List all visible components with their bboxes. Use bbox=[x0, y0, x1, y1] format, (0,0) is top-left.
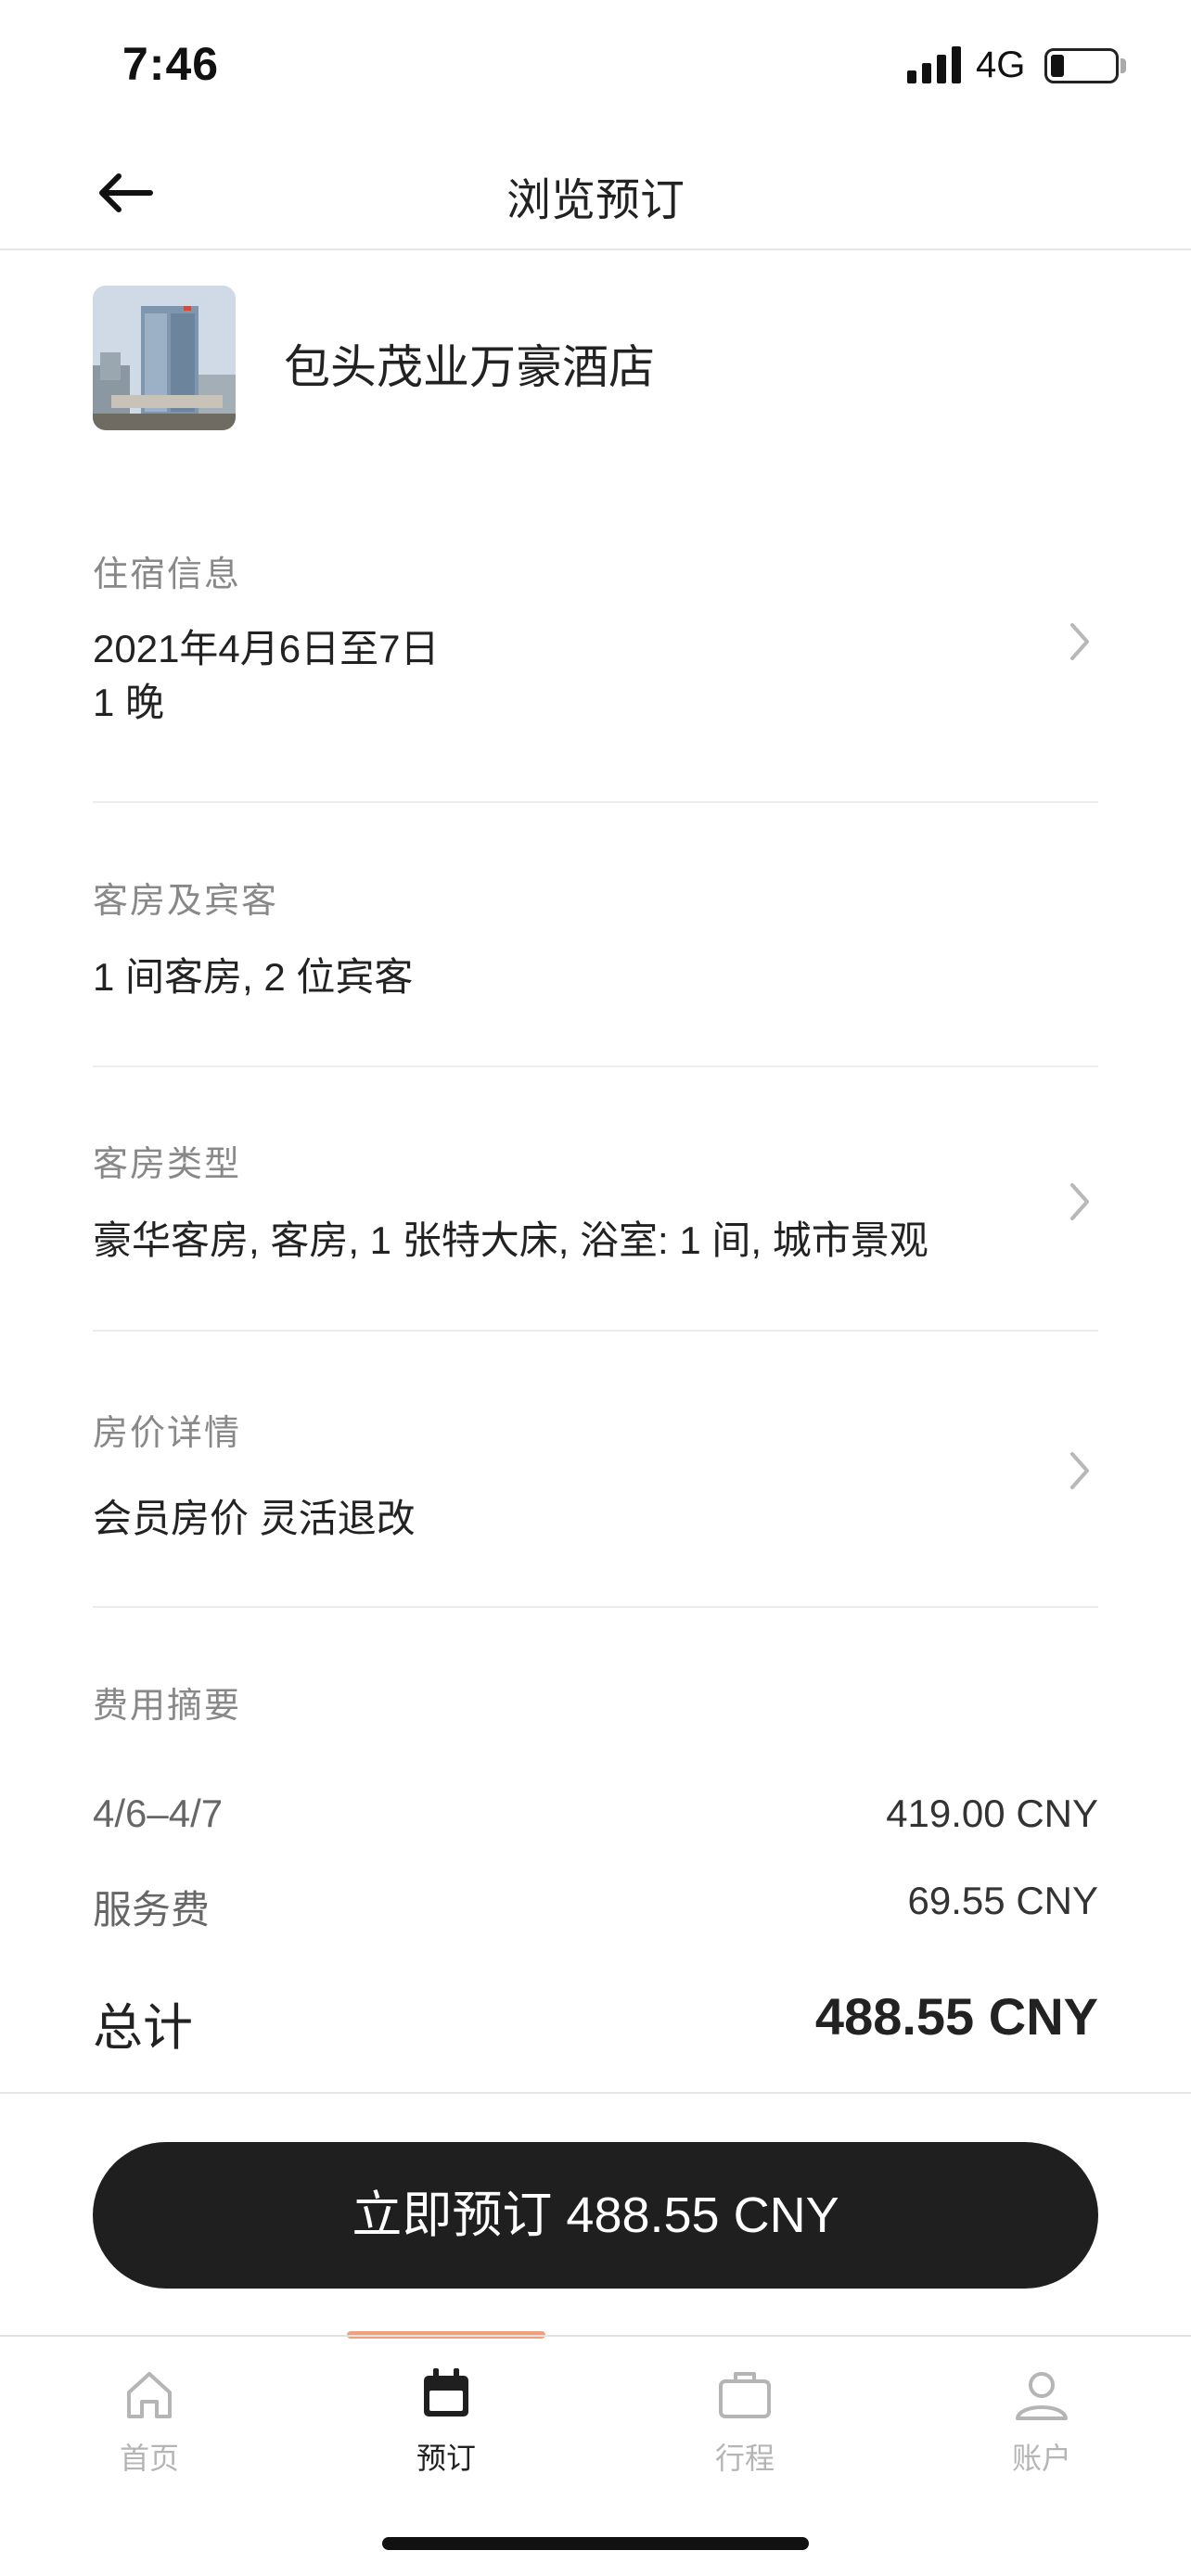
nav-bar: 浏览预订 bbox=[0, 130, 1191, 250]
hotel-image bbox=[93, 286, 236, 430]
divider bbox=[93, 1330, 1098, 1332]
fee-row-label: 4/6–4/7 bbox=[93, 1792, 224, 1835]
chevron-right-icon bbox=[1070, 1183, 1089, 1220]
tab-home-label: 首页 bbox=[119, 2442, 179, 2475]
calendar-icon bbox=[424, 2368, 468, 2417]
tab-account-label: 账户 bbox=[1011, 2442, 1071, 2475]
fee-row-amount: 419.00 CNY bbox=[886, 1792, 1098, 1835]
hotel-name: 包头茂业万豪酒店 bbox=[284, 341, 655, 393]
stay-info-label: 住宿信息 bbox=[93, 555, 242, 594]
room-type-label: 客房类型 bbox=[93, 1145, 242, 1184]
hotel-building-illustration bbox=[93, 286, 236, 430]
signal-icon bbox=[907, 46, 961, 83]
total-amount: 488.55 CNY bbox=[814, 1987, 1098, 2046]
room-type-value: 豪华客房, 客房, 1 张特大床, 浴室: 1 间, 城市景观 bbox=[93, 1218, 928, 1262]
home-indicator bbox=[382, 2537, 809, 2550]
divider bbox=[93, 801, 1098, 803]
stay-nights: 1 晚 bbox=[93, 681, 165, 724]
fee-row-label: 服务费 bbox=[93, 1888, 211, 1932]
hotel-header: 包头茂业万豪酒店 bbox=[93, 286, 1098, 430]
network-type: 4G bbox=[976, 45, 1026, 85]
home-icon bbox=[127, 2372, 172, 2418]
rooms-guests-value: 1 间客房, 2 位宾客 bbox=[93, 955, 414, 999]
rooms-guests-section: 客房及宾客 1 间客房, 2 位宾客 bbox=[93, 872, 1098, 1004]
tab-booking[interactable]: 预订 bbox=[335, 2365, 557, 2485]
rooms-guests-label: 客房及宾客 bbox=[93, 882, 279, 921]
chevron-right-icon bbox=[1070, 1452, 1089, 1489]
stay-dates: 2021年4月6日至7日 bbox=[93, 627, 440, 670]
book-now-button[interactable]: 立即预订 488.55 CNY bbox=[93, 2142, 1098, 2289]
status-bar: 7:46 4G bbox=[0, 0, 1191, 130]
stay-info-section[interactable]: 住宿信息 2021年4月6日至7日 1 晚 bbox=[93, 545, 1098, 730]
tab-account[interactable]: 账户 bbox=[930, 2365, 1153, 2485]
tab-bar: 首页 预订 行程 账户 bbox=[0, 2335, 1191, 2502]
tab-home[interactable]: 首页 bbox=[38, 2365, 261, 2485]
battery-icon bbox=[1044, 48, 1119, 83]
page-title: 浏览预订 bbox=[506, 176, 685, 225]
fee-row: 4/6–4/7 419.00 CNY bbox=[93, 1792, 1098, 1847]
rate-details-section[interactable]: 房价详情 会员房价 灵活退改 bbox=[93, 1404, 1098, 1546]
tab-trips[interactable]: 行程 bbox=[634, 2365, 856, 2485]
fee-row: 服务费 69.55 CNY bbox=[93, 1879, 1098, 1934]
fee-summary-label: 费用摘要 bbox=[93, 1687, 242, 1726]
rate-details-value: 会员房价 灵活退改 bbox=[93, 1497, 416, 1540]
battery-tip bbox=[1121, 58, 1126, 73]
user-icon bbox=[1016, 2372, 1068, 2420]
room-type-section[interactable]: 客房类型 豪华客房, 客房, 1 张特大床, 浴室: 1 间, 城市景观 bbox=[93, 1135, 1098, 1268]
tab-booking-label: 预订 bbox=[416, 2442, 476, 2475]
divider bbox=[93, 1606, 1098, 1608]
rate-details-label: 房价详情 bbox=[93, 1414, 242, 1453]
fee-summary-section: 费用摘要 bbox=[93, 1677, 1098, 1728]
status-time: 7:46 bbox=[122, 38, 220, 90]
total-row: 总计 488.55 CNY bbox=[93, 1986, 1098, 2056]
divider bbox=[0, 2092, 1191, 2094]
chevron-right-icon bbox=[1070, 623, 1089, 660]
tab-trips-label: 行程 bbox=[714, 2442, 775, 2475]
total-label: 总计 bbox=[93, 2000, 193, 2056]
fee-row-amount: 69.55 CNY bbox=[907, 1879, 1098, 1922]
briefcase-icon bbox=[719, 2372, 771, 2418]
divider bbox=[93, 1065, 1098, 1067]
